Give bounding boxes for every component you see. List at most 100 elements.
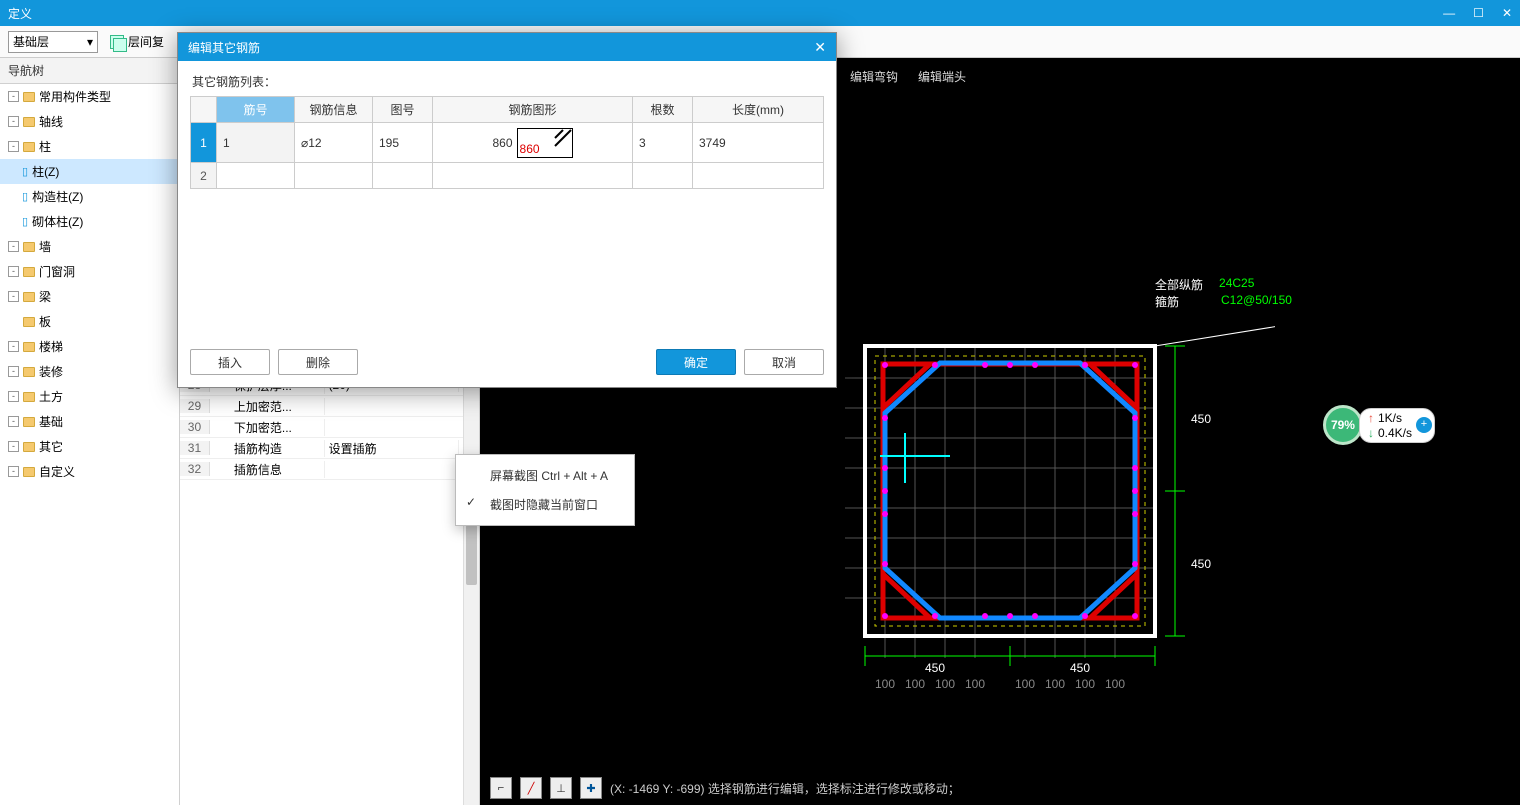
vp-btn-2[interactable]: ╱	[520, 777, 542, 799]
expand-icon[interactable]: -	[8, 391, 19, 402]
cell-length[interactable]: 3749	[693, 123, 824, 163]
expand-icon[interactable]: -	[8, 416, 19, 427]
expand-icon[interactable]: -	[8, 241, 19, 252]
folder-icon	[23, 467, 35, 477]
folder-icon	[23, 267, 35, 277]
prop-value[interactable]: 设置插筋	[325, 440, 460, 457]
close-icon[interactable]: ✕	[1502, 6, 1512, 20]
plus-icon[interactable]: +	[1416, 417, 1432, 433]
th-length[interactable]: 长度(mm)	[693, 97, 824, 123]
th-idx[interactable]	[191, 97, 217, 123]
th-tuhao[interactable]: 图号	[373, 97, 433, 123]
tree-item[interactable]: -门窗洞	[0, 259, 179, 284]
folder-icon	[23, 292, 35, 302]
folder-icon	[23, 442, 35, 452]
cell-count[interactable]: 3	[633, 123, 693, 163]
folder-icon	[23, 92, 35, 102]
cell-idx[interactable]: 1	[191, 123, 217, 163]
delete-button[interactable]: 删除	[278, 349, 358, 375]
status-text: (X: -1469 Y: -699) 选择钢筋进行编辑，选择标注进行修改或移动；	[610, 780, 960, 797]
ok-button[interactable]: 确定	[656, 349, 736, 375]
tree-item[interactable]: -墙	[0, 234, 179, 259]
cell-shape[interactable]: 860 860	[433, 123, 633, 163]
th-count[interactable]: 根数	[633, 97, 693, 123]
th-jinhao[interactable]: 筋号	[217, 97, 295, 123]
prop-row[interactable]: 30下加密范...	[180, 417, 479, 438]
tree-item[interactable]: -其它	[0, 434, 179, 459]
cell-tuhao[interactable]: 195	[373, 123, 433, 163]
tree-item[interactable]: -自定义	[0, 459, 179, 484]
expand-icon[interactable]: -	[8, 291, 19, 302]
expand-icon[interactable]: -	[8, 366, 19, 377]
vp-btn-1[interactable]: ⌐	[490, 777, 512, 799]
expand-icon[interactable]: -	[8, 466, 19, 477]
tree-item[interactable]: -装修	[0, 359, 179, 384]
tree-item[interactable]: -常用构件类型	[0, 84, 179, 109]
prop-row[interactable]: 31插筋构造设置插筋	[180, 438, 479, 459]
ctx-hide-window[interactable]: ✓ 截图时隐藏当前窗口	[456, 490, 634, 519]
tab-edit-end[interactable]: 编辑端头	[918, 68, 966, 85]
tree-label: 墙	[39, 238, 51, 255]
svg-text:100: 100	[1015, 677, 1035, 688]
prop-row[interactable]: 29上加密范...	[180, 396, 479, 417]
tree-label: 构造柱(Z)	[32, 188, 83, 205]
table-row[interactable]: 2	[191, 163, 824, 189]
cell-idx[interactable]: 2	[191, 163, 217, 189]
folder-icon	[23, 142, 35, 152]
prop-row[interactable]: 32插筋信息	[180, 459, 479, 480]
expand-icon[interactable]: -	[8, 341, 19, 352]
tree-item[interactable]: 板	[0, 309, 179, 334]
expand-icon[interactable]: -	[8, 266, 19, 277]
svg-text:450: 450	[1191, 412, 1211, 426]
ctx-screenshot[interactable]: 屏幕截图 Ctrl + Alt + A	[456, 461, 634, 490]
arrow-down-icon: ↓	[1368, 426, 1374, 440]
prop-idx: 32	[180, 462, 210, 476]
expand-icon[interactable]: -	[8, 141, 19, 152]
cell-jinhao[interactable]: 1	[217, 123, 295, 163]
insert-button[interactable]: 插入	[190, 349, 270, 375]
cad-drawing[interactable]: 450 450 450 450 100100 100100 100100 100…	[845, 258, 1275, 688]
vp-btn-4[interactable]: ✚	[580, 777, 602, 799]
th-info[interactable]: 钢筋信息	[295, 97, 373, 123]
scrollbar-thumb[interactable]	[466, 525, 477, 585]
percent-value: 79%	[1331, 418, 1355, 432]
svg-text:100: 100	[935, 677, 955, 688]
expand-icon[interactable]: -	[8, 91, 19, 102]
speed-widget[interactable]: 79% ↑1K/s ↓0.4K/s +	[1323, 405, 1435, 445]
tree-item[interactable]: -轴线	[0, 109, 179, 134]
dialog-body: 其它钢筋列表： 筋号 钢筋信息 图号 钢筋图形 根数 长度(mm) 1 1 ⌀1…	[178, 61, 836, 339]
svg-text:100: 100	[1075, 677, 1095, 688]
table-row[interactable]: 1 1 ⌀12 195 860 860 3 374	[191, 123, 824, 163]
vp-btn-3[interactable]: ⊥	[550, 777, 572, 799]
tree-item[interactable]: -柱	[0, 134, 179, 159]
tree-item[interactable]: -梁	[0, 284, 179, 309]
nav-tree[interactable]: -常用构件类型-轴线-柱▯柱(Z)▯构造柱(Z)▯砌体柱(Z)-墙-门窗洞-梁板…	[0, 84, 179, 484]
layer-copy-button[interactable]: 层间复	[104, 30, 170, 54]
tab-edit-hook[interactable]: 编辑弯钩	[850, 68, 898, 85]
folder-icon	[23, 117, 35, 127]
prop-name: 插筋信息	[210, 461, 325, 478]
tree-label: 楼梯	[39, 338, 63, 355]
maximize-icon[interactable]: ☐	[1473, 6, 1484, 20]
th-shape[interactable]: 钢筋图形	[433, 97, 633, 123]
prop-idx: 30	[180, 420, 210, 434]
layer-select[interactable]: 基础层 ▾	[8, 31, 98, 53]
tree-item[interactable]: - 楼梯	[0, 334, 179, 359]
expand-icon[interactable]: -	[8, 116, 19, 127]
cancel-button[interactable]: 取消	[744, 349, 824, 375]
minimize-icon[interactable]: —	[1443, 6, 1455, 20]
expand-icon[interactable]: -	[8, 441, 19, 452]
cell-info[interactable]: ⌀12	[295, 123, 373, 163]
window-controls: — ☐ ✕	[1443, 6, 1512, 20]
tree-item[interactable]: - 土方	[0, 384, 179, 409]
tree-item[interactable]: ▯柱(Z)	[0, 159, 179, 184]
tree-item[interactable]: ▯构造柱(Z)	[0, 184, 179, 209]
edit-rebar-dialog: 编辑其它钢筋 ✕ 其它钢筋列表： 筋号 钢筋信息 图号 钢筋图形 根数 长度(m…	[177, 32, 837, 388]
dialog-close-icon[interactable]: ✕	[814, 39, 826, 56]
percent-badge[interactable]: 79%	[1323, 405, 1363, 445]
tree-item[interactable]: -基础	[0, 409, 179, 434]
tree-label: 土方	[39, 388, 63, 405]
speed-down: 0.4K/s	[1378, 426, 1412, 440]
dialog-titlebar[interactable]: 编辑其它钢筋 ✕	[178, 33, 836, 61]
tree-item[interactable]: ▯砌体柱(Z)	[0, 209, 179, 234]
